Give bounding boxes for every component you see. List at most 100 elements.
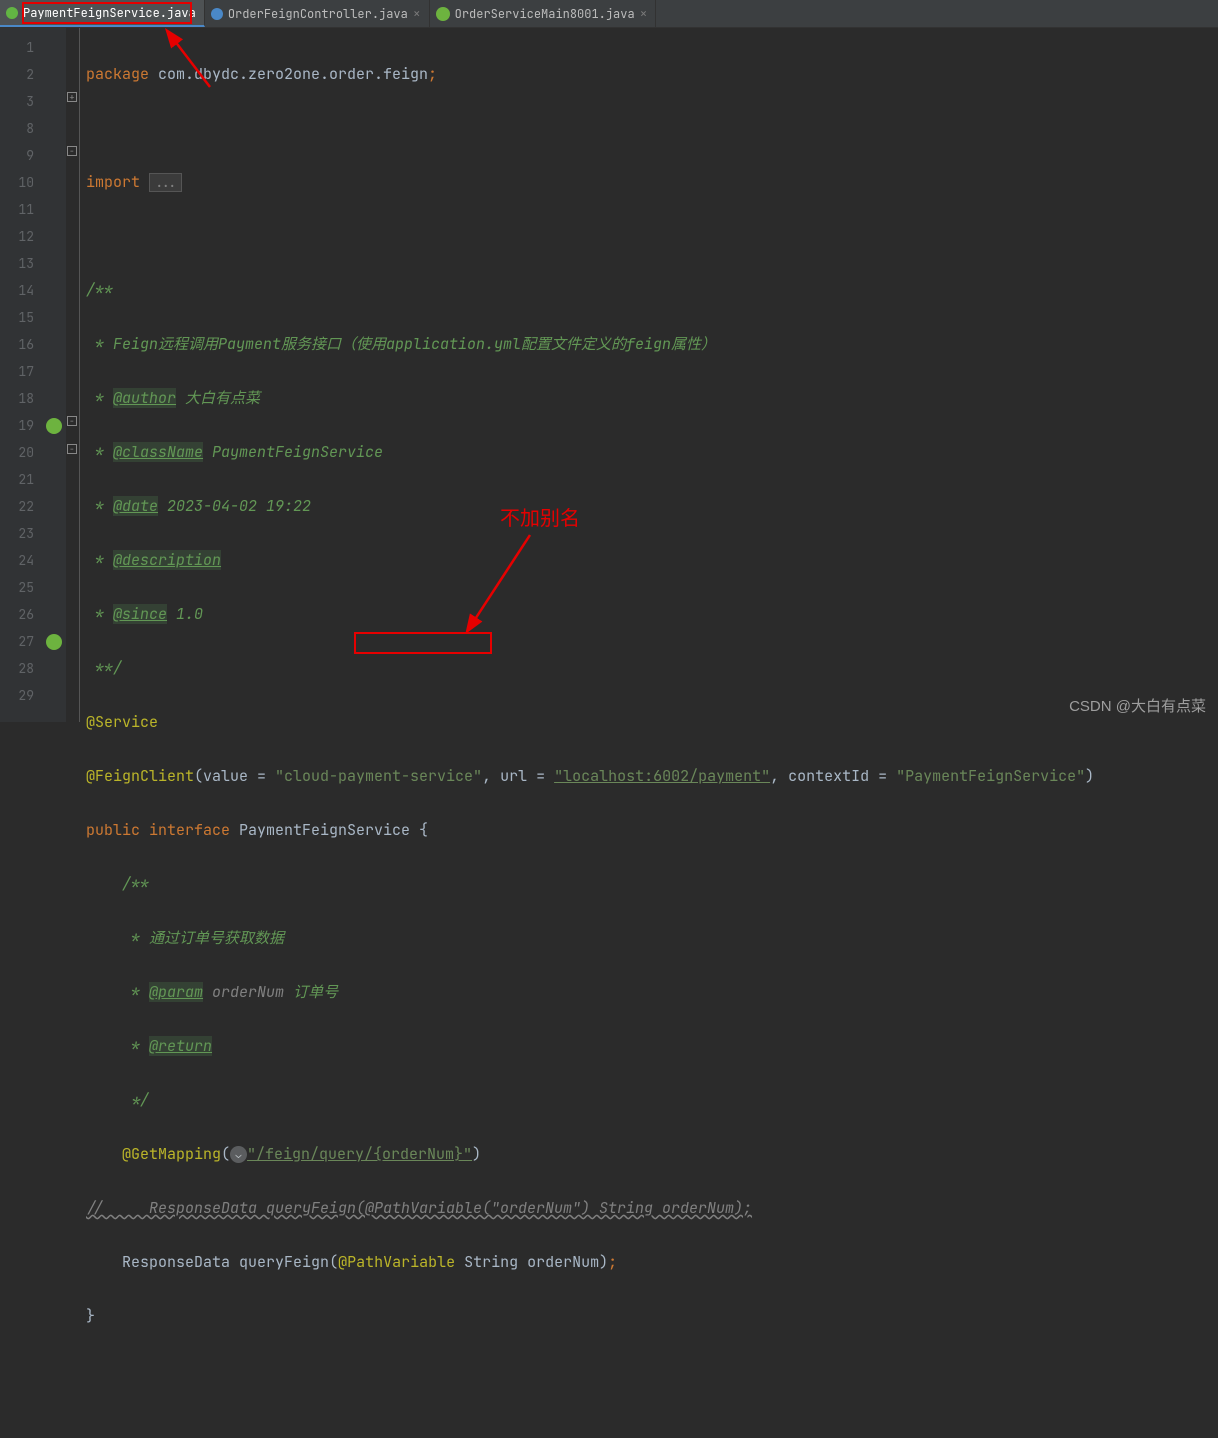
close-icon[interactable]: × bbox=[413, 5, 421, 22]
param-name: orderNum bbox=[212, 982, 284, 1002]
keyword: import bbox=[86, 172, 149, 192]
line-number: 3 bbox=[0, 88, 34, 115]
javadoc-text: 2023-04-02 19:22 bbox=[158, 496, 311, 516]
javadoc-start: /** bbox=[86, 874, 149, 894]
annotation-pathvariable: @PathVariable bbox=[338, 1252, 455, 1272]
line-number: 8 bbox=[0, 115, 34, 142]
javadoc-text: PaymentFeignService bbox=[203, 442, 383, 462]
line-number: 21 bbox=[0, 466, 34, 493]
string-literal: "cloud-payment-service" bbox=[275, 766, 482, 786]
folded-region[interactable]: ... bbox=[149, 173, 182, 192]
tab-label: PaymentFeignService.java bbox=[23, 5, 196, 21]
javadoc-prefix: * bbox=[86, 388, 113, 408]
method-name: queryFeign bbox=[239, 1252, 329, 1272]
line-number: 9 bbox=[0, 142, 34, 169]
line-number: 26 bbox=[0, 601, 34, 628]
brace: } bbox=[86, 1306, 95, 1326]
fold-toggle-icon[interactable]: − bbox=[67, 444, 77, 454]
return-type: ResponseData bbox=[122, 1252, 230, 1272]
fold-toggle-icon[interactable]: + bbox=[67, 92, 77, 102]
string-url: "localhost:6002/payment" bbox=[554, 766, 770, 786]
tab-label: OrderFeignController.java bbox=[228, 6, 408, 22]
attr-key: , url = bbox=[482, 766, 554, 786]
line-number: 11 bbox=[0, 196, 34, 223]
line-number: 29 bbox=[0, 682, 34, 709]
javadoc-prefix: * bbox=[86, 550, 113, 570]
tab-label: OrderServiceMain8001.java bbox=[455, 6, 635, 22]
line-number: 19 bbox=[0, 412, 34, 439]
line-number: 27 bbox=[0, 628, 34, 655]
javadoc-text: 大白有点菜 bbox=[176, 388, 260, 408]
annotation-service: @Service bbox=[86, 712, 158, 732]
spring-icon bbox=[436, 7, 450, 21]
semicolon: ; bbox=[428, 64, 437, 84]
javadoc-tag-author: @author bbox=[113, 388, 176, 408]
tab-payment-feign-service[interactable]: PaymentFeignService.java bbox=[0, 0, 205, 27]
string-literal: "PaymentFeignService" bbox=[896, 766, 1085, 786]
line-number: 15 bbox=[0, 304, 34, 331]
javadoc-tag-return: @return bbox=[149, 1036, 212, 1056]
line-number: 20 bbox=[0, 439, 34, 466]
javadoc-tag-description: @description bbox=[113, 550, 221, 570]
code-area[interactable]: package com.dbydc.zero2one.order.feign; … bbox=[80, 28, 1094, 722]
javadoc-start: /** bbox=[86, 280, 113, 300]
javadoc-end: **/ bbox=[86, 658, 122, 678]
javadoc-text: 1.0 bbox=[167, 604, 203, 624]
watermark: CSDN @大白有点菜 bbox=[1069, 695, 1206, 716]
line-number: 23 bbox=[0, 520, 34, 547]
javadoc-prefix: * bbox=[86, 1036, 149, 1056]
line-number: 2 bbox=[0, 61, 34, 88]
http-method-icon[interactable]: ⌄ bbox=[230, 1146, 247, 1163]
line-number: 16 bbox=[0, 331, 34, 358]
java-icon bbox=[6, 7, 18, 19]
close-icon[interactable]: × bbox=[640, 5, 648, 22]
line-number: 14 bbox=[0, 277, 34, 304]
attr-key: , contextId = bbox=[770, 766, 896, 786]
param-name: orderNum bbox=[527, 1252, 599, 1272]
javadoc-tag-since: @since bbox=[113, 604, 167, 624]
brace: { bbox=[410, 820, 428, 840]
editor-area: 1 2 3 8 9 10 11 12 13 14 15 16 17 18 19 … bbox=[0, 28, 1218, 722]
annotation-feignclient: @FeignClient bbox=[86, 766, 194, 786]
fold-gutter: + − − − bbox=[66, 28, 80, 722]
javadoc-prefix: * bbox=[86, 442, 113, 462]
class-icon bbox=[211, 8, 223, 20]
annotation-getmapping: @GetMapping bbox=[122, 1144, 221, 1164]
line-number: 17 bbox=[0, 358, 34, 385]
line-number: 25 bbox=[0, 574, 34, 601]
line-number: 22 bbox=[0, 493, 34, 520]
line-number-gutter: 1 2 3 8 9 10 11 12 13 14 15 16 17 18 19 … bbox=[0, 28, 42, 722]
javadoc-tag-date: @date bbox=[113, 496, 158, 516]
param-type: String bbox=[464, 1252, 518, 1272]
javadoc-prefix: * bbox=[86, 604, 113, 624]
javadoc-line: * Feign远程调用Payment服务接口（使用application.yml… bbox=[86, 334, 716, 354]
package-path: com.dbydc.zero2one.order.feign bbox=[158, 64, 428, 84]
attr-key: value = bbox=[203, 766, 275, 786]
javadoc-prefix: * bbox=[86, 496, 113, 516]
keyword: public interface bbox=[86, 820, 239, 840]
line-number: 13 bbox=[0, 250, 34, 277]
javadoc-end: */ bbox=[86, 1090, 149, 1110]
type-name: PaymentFeignService bbox=[239, 820, 410, 840]
line-number: 28 bbox=[0, 655, 34, 682]
spring-icon[interactable] bbox=[46, 634, 62, 650]
tab-order-service-main[interactable]: OrderServiceMain8001.java × bbox=[430, 0, 657, 27]
javadoc-prefix: * bbox=[86, 982, 149, 1002]
spring-icon[interactable] bbox=[46, 418, 62, 434]
fold-toggle-icon[interactable]: − bbox=[67, 146, 77, 156]
fold-toggle-icon[interactable]: − bbox=[67, 416, 77, 426]
gutter-icons bbox=[42, 28, 66, 722]
semicolon: ; bbox=[608, 1252, 617, 1272]
javadoc-line: * 通过订单号获取数据 bbox=[86, 928, 284, 948]
keyword: package bbox=[86, 64, 158, 84]
commented-line: // ResponseData queryFeign(@PathVariable… bbox=[86, 1198, 752, 1218]
javadoc-tag-param: @param bbox=[149, 982, 203, 1002]
javadoc-tag-classname: @className bbox=[113, 442, 203, 462]
line-number: 12 bbox=[0, 223, 34, 250]
line-number: 24 bbox=[0, 547, 34, 574]
mapping-path: "/feign/query/{orderNum}" bbox=[247, 1144, 472, 1164]
line-number: 18 bbox=[0, 385, 34, 412]
line-number: 1 bbox=[0, 34, 34, 61]
param-desc: 订单号 bbox=[284, 982, 338, 1002]
tab-order-feign-controller[interactable]: OrderFeignController.java × bbox=[205, 0, 430, 27]
